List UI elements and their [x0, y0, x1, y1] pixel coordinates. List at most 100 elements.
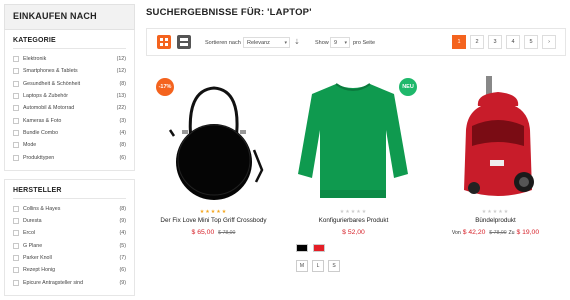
category-filter-item[interactable]: Produkttypen (6)	[13, 151, 126, 163]
checkbox[interactable]	[13, 154, 19, 161]
filter-count: (8)	[119, 80, 126, 87]
list-view-icon[interactable]	[177, 35, 191, 49]
per-page-select[interactable]: 9 ▾	[330, 37, 350, 48]
category-filter-item[interactable]: Gesundheit & Schönheit (8)	[13, 78, 126, 90]
product-name[interactable]: Konfigurierbares Produkt	[286, 217, 421, 224]
results-toolbar: Sortieren nach Relevanz ▾ ⇣ Show 9 ▾ pro…	[146, 28, 566, 56]
category-filter-item[interactable]: Kameras & Foto (3)	[13, 114, 126, 126]
checkbox[interactable]	[13, 242, 19, 249]
per-page-label: pro Seite	[353, 40, 376, 46]
discount-badge: -17%	[156, 78, 174, 96]
filter-count: (4)	[119, 230, 126, 237]
checkbox[interactable]	[13, 267, 19, 274]
per-page-value: 9	[334, 40, 338, 46]
filter-label: Mode	[23, 142, 37, 149]
checkbox[interactable]	[13, 105, 19, 112]
old-price: $ 78,00	[218, 230, 236, 236]
product-price: $ 52,00	[286, 229, 421, 236]
checkbox[interactable]	[13, 129, 19, 136]
filter-count: (6)	[119, 267, 126, 274]
category-filter-item[interactable]: Laptops & Zubehör (13)	[13, 90, 126, 102]
filter-count: (3)	[119, 117, 126, 124]
filter-label: G Plane	[23, 242, 43, 249]
checkbox[interactable]	[13, 80, 19, 87]
manufacturer-filter-item[interactable]: Ercol (4)	[13, 227, 126, 239]
filter-count: (8)	[119, 142, 126, 149]
color-swatch-black[interactable]	[296, 244, 308, 252]
category-filter-item[interactable]: Smartphones & Tablets (12)	[13, 65, 126, 77]
filter-count: (6)	[119, 154, 126, 161]
filter-label: Automobil & Motorrad	[23, 105, 75, 112]
filter-count: (5)	[119, 242, 126, 249]
filter-label: Collins & Hayes	[23, 205, 61, 212]
category-filter: KATEGORIE Elektronik (12) Smartphones & Ta…	[4, 30, 135, 171]
manufacturer-filter-item[interactable]: Epicure Antragsteller sind (9)	[13, 276, 126, 288]
manufacturer-filter: HERSTELLER Collins & Hayes (8) Duresta (9) E…	[4, 178, 135, 296]
category-filter-item[interactable]: Mode (8)	[13, 139, 126, 151]
manufacturer-filter-title: HERSTELLER	[13, 187, 126, 199]
page-1[interactable]: 1	[452, 35, 466, 49]
search-results: SUCHERGEBNISSE FÜR: 'LAPTOP' Sortieren n…	[146, 0, 566, 300]
next-page-button[interactable]: ›	[542, 35, 556, 49]
filter-label: Laptops & Zubehör	[23, 93, 69, 100]
filter-count: (13)	[116, 93, 126, 100]
product-image[interactable]	[428, 70, 563, 210]
product-name[interactable]: Bündelprodukt	[428, 217, 563, 224]
manufacturer-filter-item[interactable]: Collins & Hayes (8)	[13, 203, 126, 215]
manufacturer-filter-item[interactable]: G Plane (5)	[13, 240, 126, 252]
grid-view-icon[interactable]	[157, 35, 171, 49]
product-card[interactable]: -17% ★★★★★ Der Fix Love Mini Top Griff C…	[146, 70, 281, 300]
product-price: $ 65,00 $ 78,00	[146, 229, 281, 236]
filter-count: (4)	[119, 129, 126, 136]
manufacturer-filter-item[interactable]: Rezept Honig (6)	[13, 264, 126, 276]
filter-label: Duresta	[23, 218, 42, 225]
category-filter-item[interactable]: Bundle Combo (4)	[13, 127, 126, 139]
price-to: $ 19,00	[516, 229, 540, 236]
checkbox[interactable]	[13, 142, 19, 149]
size-option-l[interactable]: L	[312, 260, 324, 272]
filter-label: Parker Knoll	[23, 255, 52, 261]
size-option-s[interactable]: S	[328, 260, 340, 272]
manufacturer-filter-item[interactable]: Parker Knoll (7)	[13, 252, 126, 264]
checkbox[interactable]	[13, 68, 19, 75]
sidebar: EINKAUFEN NACH KATEGORIE Elektronik (12) S…	[4, 4, 135, 296]
chevron-down-icon: ▾	[344, 40, 347, 46]
rating-stars: ★★★★★	[199, 209, 228, 215]
color-swatch-red[interactable]	[313, 244, 325, 252]
checkbox[interactable]	[13, 279, 19, 286]
product-name[interactable]: Der Fix Love Mini Top Griff Crossbody	[146, 217, 281, 224]
filter-label: Kameras & Foto	[23, 117, 62, 124]
filter-count: (12)	[116, 68, 126, 75]
product-card[interactable]: ★★★★★ Bündelprodukt Von $ 42,20 $ 78,00 …	[428, 70, 563, 300]
sort-direction-icon[interactable]: ⇣	[294, 38, 300, 46]
page-3[interactable]: 3	[488, 35, 502, 49]
price-prefix: Von	[451, 230, 461, 236]
filter-count: (12)	[116, 56, 126, 63]
filter-label: Elektronik	[23, 56, 47, 63]
page-2[interactable]: 2	[470, 35, 484, 49]
filter-count: (9)	[119, 218, 126, 225]
checkbox[interactable]	[13, 93, 19, 100]
checkbox[interactable]	[13, 255, 19, 261]
manufacturer-filter-item[interactable]: Duresta (9)	[13, 215, 126, 227]
checkbox[interactable]	[13, 117, 19, 124]
rating-stars: ★★★★★	[481, 209, 510, 215]
rating-stars: ★★★★★	[339, 209, 368, 215]
old-price: $ 78,00	[489, 230, 507, 236]
category-filter-item[interactable]: Automobil & Motorrad (22)	[13, 102, 126, 114]
category-filter-item[interactable]: Elektronik (12)	[13, 53, 126, 65]
filter-count: (8)	[119, 205, 126, 212]
page-4[interactable]: 4	[506, 35, 520, 49]
sort-select[interactable]: Relevanz ▾	[243, 37, 290, 48]
filter-label: Produkttypen	[23, 154, 55, 161]
current-price: $ 65,00	[191, 229, 215, 236]
page-5[interactable]: 5	[524, 35, 538, 49]
filter-count: (7)	[119, 255, 126, 261]
checkbox[interactable]	[13, 205, 19, 212]
checkbox[interactable]	[13, 218, 19, 225]
checkbox[interactable]	[13, 230, 19, 237]
chevron-right-icon: ›	[548, 39, 550, 45]
filter-label: Rezept Honig	[23, 267, 56, 274]
checkbox[interactable]	[13, 56, 19, 63]
size-option-m[interactable]: M	[296, 260, 308, 272]
